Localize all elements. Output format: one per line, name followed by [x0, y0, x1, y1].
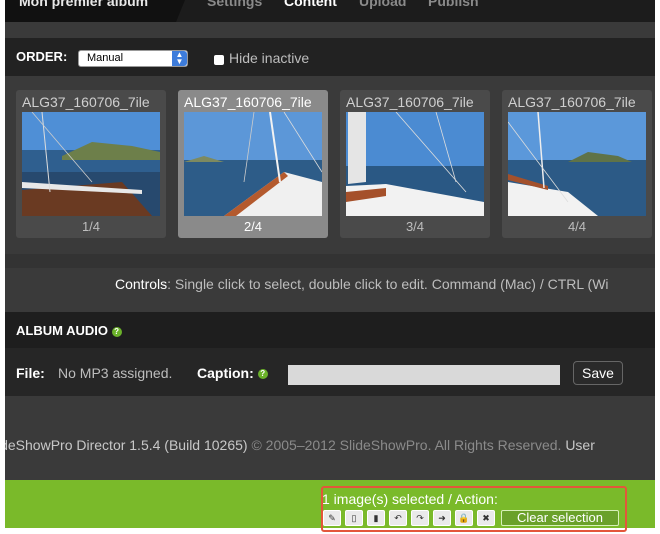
- selection-status: 1 image(s) selected / Action:: [322, 491, 498, 507]
- delete-icon[interactable]: ✖: [477, 510, 495, 526]
- thumbnail-name: ALG37_160706_7ile: [508, 94, 636, 110]
- controls-label: Controls: [115, 276, 168, 292]
- footer-user-link[interactable]: User: [565, 437, 595, 453]
- thumbnail-card[interactable]: ALG37_160706_7ile 3/4: [340, 90, 490, 238]
- clear-selection-button[interactable]: Clear selection: [501, 510, 619, 526]
- caption-input[interactable]: [288, 365, 560, 385]
- hide-inactive-label[interactable]: Hide inactive: [229, 50, 309, 66]
- top-nav: Mon premier album Settings Content Uploa…: [5, 0, 655, 22]
- album-audio-title-text: ALBUM AUDIO: [16, 323, 108, 338]
- move-icon[interactable]: ➜: [433, 510, 451, 526]
- album-audio-title: ALBUM AUDIO ?: [16, 323, 122, 338]
- caption-label-text: Caption:: [197, 365, 254, 381]
- help-icon[interactable]: ?: [257, 369, 268, 380]
- thumbnail-position: 1/4: [81, 219, 101, 234]
- thumbnail-name: ALG37_160706_7ile: [22, 94, 150, 110]
- order-label: ORDER:: [16, 49, 68, 64]
- album-tab[interactable]: Mon premier album: [5, 0, 185, 22]
- file-label: File:: [16, 365, 45, 381]
- app-frame: Mon premier album Settings Content Uploa…: [5, 0, 655, 528]
- selection-bar: 1 image(s) selected / Action: ✎ ▯ ▮ ↶ ↷ …: [5, 480, 655, 532]
- footer: ideShowPro Director 1.5.4 (Build 10265) …: [5, 430, 655, 460]
- thumbnail-position: 2/4: [243, 219, 263, 234]
- save-button[interactable]: Save: [573, 361, 623, 385]
- album-audio-row: File: No MP3 assigned. Caption: ? Save: [5, 348, 655, 396]
- select-arrows-icon: ▲ ▼: [172, 51, 187, 66]
- lock-icon[interactable]: 🔒: [455, 510, 473, 526]
- photo-sailboat-bow: [184, 112, 322, 216]
- file-value: No MP3 assigned.: [58, 365, 173, 381]
- caption-label: Caption: ?: [197, 365, 268, 381]
- help-icon[interactable]: ?: [111, 326, 122, 337]
- rotate-left-icon[interactable]: ↶: [389, 510, 407, 526]
- thumbnail-card-selected[interactable]: ALG37_160706_7ile 2/4: [178, 90, 328, 238]
- thumbnail-name: ALG37_160706_7ile: [346, 94, 474, 110]
- order-select[interactable]: Manual ▲ ▼: [78, 50, 188, 67]
- tab-upload[interactable]: Upload: [359, 0, 406, 9]
- mobile-icon[interactable]: ▯: [345, 510, 363, 526]
- thumbnail-grid: ALG37_160706_7ile 1/4 ALG37_160706_7ile: [5, 82, 655, 246]
- tab-publish[interactable]: Publish: [428, 0, 479, 9]
- pencil-icon[interactable]: ✎: [323, 510, 341, 526]
- order-select-value: Manual: [87, 52, 124, 64]
- photo-sailboat-coast: [22, 112, 160, 216]
- thumbnail-position: 4/4: [567, 219, 587, 234]
- footer-copyright: © 2005–2012 SlideShowPro. All Rights Res…: [251, 437, 566, 453]
- controls-hint: Controls: Single click to select, double…: [115, 276, 609, 292]
- photo-sailboat-island: [508, 112, 646, 216]
- hide-inactive-checkbox[interactable]: [214, 55, 224, 65]
- controls-text: : Single click to select, double click t…: [167, 276, 609, 292]
- album-audio-header: ALBUM AUDIO ?: [5, 312, 655, 348]
- tab-settings[interactable]: Settings: [207, 0, 262, 9]
- tablet-icon[interactable]: ▮: [367, 510, 385, 526]
- footer-text: ideShowPro Director 1.5.4 (Build 10265) …: [5, 437, 595, 453]
- tab-content[interactable]: Content: [284, 0, 337, 9]
- thumbnail-position: 3/4: [405, 219, 425, 234]
- footer-product: ideShowPro Director 1.5.4 (Build 10265): [5, 437, 252, 453]
- photo-sailboat-mast: [346, 112, 484, 216]
- thumbnail-card[interactable]: ALG37_160706_7ile 4/4: [502, 90, 652, 238]
- divider: [5, 254, 655, 268]
- order-row: ORDER: Manual ▲ ▼ Hide inactive: [5, 38, 655, 76]
- thumbnail-name: ALG37_160706_7ile: [184, 94, 312, 110]
- album-title: Mon premier album: [19, 0, 149, 9]
- thumbnail-card[interactable]: ALG37_160706_7ile 1/4: [16, 90, 166, 238]
- rotate-right-icon[interactable]: ↷: [411, 510, 429, 526]
